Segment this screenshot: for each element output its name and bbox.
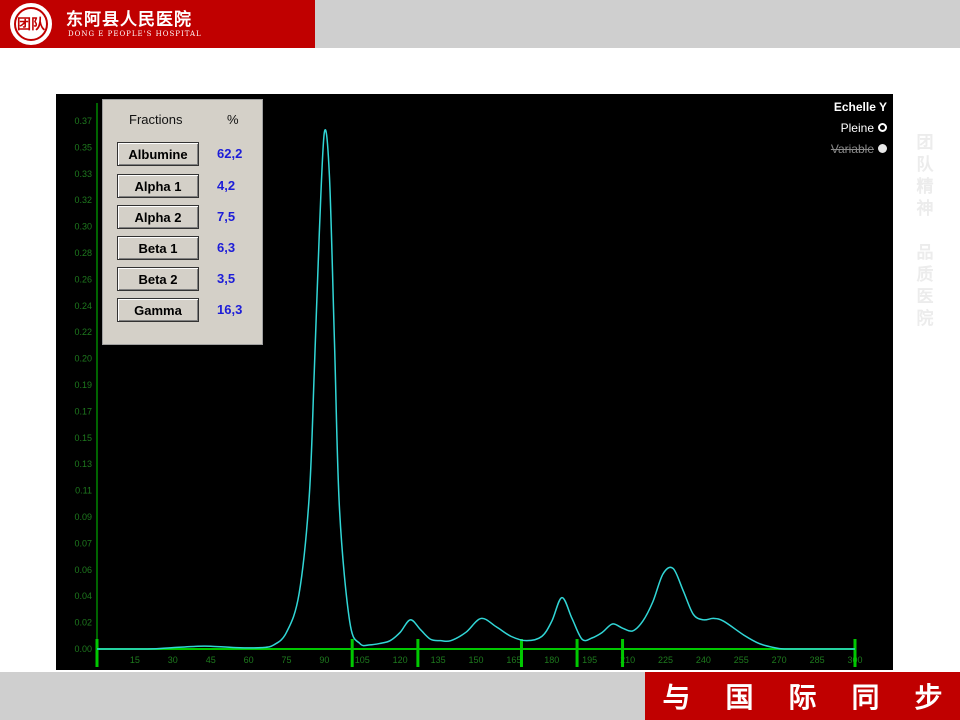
fraction-value: 16,3 [217,302,243,317]
x-tick-label: 105 [355,655,370,665]
y-tick-label: 0.26 [74,274,92,284]
radio-selected-icon[interactable] [878,123,887,133]
echelle-option-variable[interactable]: Variable [831,141,887,156]
y-tick-label: 0.15 [74,433,92,443]
y-tick-label: 0.04 [74,591,92,601]
y-tick-label: 0.33 [74,169,92,179]
x-tick-label: 30 [168,655,178,665]
side-slogan-char: 队 [916,155,934,175]
y-tick-label: 0.24 [74,301,92,311]
y-tick-label: 0.19 [74,380,92,390]
x-tick-label: 225 [658,655,673,665]
fraction-row: Beta 2 3,5 [117,267,257,293]
x-tick-label: 90 [319,655,329,665]
hospital-seal-logo: 团队 [10,3,52,45]
y-tick-label: 0.06 [74,565,92,575]
y-tick-label: 0.22 [74,327,92,337]
y-tick-label: 0.00 [74,644,92,654]
fraction-row: Gamma 16,3 [117,298,257,324]
bottom-slogan-char: 与 [662,681,691,714]
x-tick-label: 285 [810,655,825,665]
hospital-banner: 团队 东阿县人民医院 DONG E PEOPLE'S HOSPITAL [0,0,315,48]
side-slogan-char: 品 [916,243,934,263]
fraction-value: 6,3 [217,240,236,255]
echelle-y-control: Echelle Y Pleine Variable [831,100,887,156]
fraction-name-button[interactable]: Beta 2 [117,267,199,291]
fractions-header: Fractions [129,112,183,127]
fraction-value: 4,2 [217,178,236,193]
y-tick-label: 0.02 [74,618,92,628]
fraction-row: Alpha 2 7,5 [117,205,257,231]
y-tick-label: 0.11 [75,486,92,496]
x-tick-label: 195 [582,655,597,665]
fraction-row: Albumine 62,2 [117,142,257,168]
y-tick-label: 0.28 [74,248,92,258]
fractions-panel: Fractions % Albumine 62,2 Alpha 1 4,2 Al… [102,99,263,345]
x-tick-label: 270 [772,655,787,665]
fraction-value: 7,5 [217,209,236,224]
y-tick-label: 0.07 [74,538,92,548]
fraction-name-button[interactable]: Alpha 2 [117,205,199,229]
y-tick-label: 0.20 [74,354,92,364]
x-tick-label: 75 [281,655,291,665]
side-slogan-char: 精 [916,177,934,197]
x-tick-label: 15 [130,655,140,665]
echelle-option-pleine-label: Pleine [840,120,874,135]
echelle-option-variable-label: Variable [830,141,874,156]
x-tick-label: 255 [734,655,749,665]
x-tick-label: 150 [468,655,483,665]
seal-text: 团队 [14,7,48,41]
y-tick-label: 0.35 [74,142,92,152]
fraction-value: 62,2 [217,146,243,161]
side-slogan-char: 质 [916,265,934,285]
hospital-english-name: DONG E PEOPLE'S HOSPITAL [68,30,202,38]
y-tick-label: 0.32 [74,195,92,205]
side-slogan-char: 医 [916,287,934,307]
y-tick-label: 0.17 [74,406,92,416]
fraction-row: Alpha 1 4,2 [117,174,257,200]
x-tick-label: 180 [544,655,559,665]
y-tick-label: 0.37 [74,116,92,126]
y-tick-label: 0.09 [74,512,92,522]
bottom-slogan-char: 同 [851,681,880,714]
y-tick-label: 0.13 [74,459,92,469]
x-tick-label: 60 [244,655,254,665]
side-slogan-char: 神 [916,199,934,219]
x-tick-label: 165 [506,655,521,665]
percent-header: % [227,112,239,127]
side-slogan-gap [912,220,938,242]
x-tick-label: 120 [393,655,408,665]
hospital-name: 东阿县人民医院 [66,10,192,30]
side-slogan-char: 团 [916,133,934,153]
fraction-value: 3,5 [217,271,236,286]
fraction-name-button[interactable]: Albumine [117,142,199,166]
bottom-slogan-char: 步 [914,681,943,714]
x-tick-label: 135 [431,655,446,665]
fraction-name-button[interactable]: Beta 1 [117,236,199,260]
echelle-title: Echelle Y [833,100,887,114]
bottom-slogan-char: 国 [725,681,754,714]
echelle-option-pleine[interactable]: Pleine [831,120,887,135]
side-slogan: 团 队 精 神 品 质 医 院 [912,132,938,330]
bottom-slogan-char: 际 [788,681,817,714]
bottom-slogan: 与 国 际 同 步 [645,672,960,720]
radio-unselected-icon[interactable] [878,144,887,154]
x-tick-label: 45 [206,655,216,665]
fraction-name-button[interactable]: Gamma [117,298,199,322]
fraction-row: Beta 1 6,3 [117,236,257,262]
fraction-name-button[interactable]: Alpha 1 [117,174,199,198]
side-slogan-char: 院 [916,309,934,329]
y-tick-label: 0.30 [74,222,92,232]
x-tick-label: 240 [696,655,711,665]
